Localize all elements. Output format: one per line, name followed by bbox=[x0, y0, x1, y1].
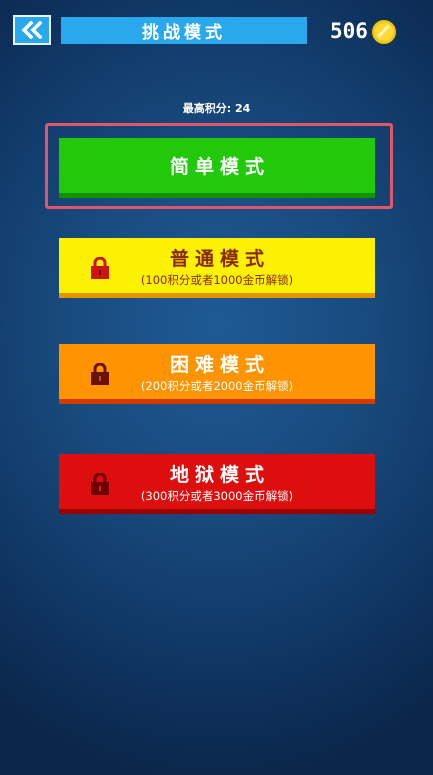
hell-mode-title: 地狱模式 bbox=[169, 464, 270, 486]
coin-count: 506 bbox=[330, 19, 368, 43]
easy-mode-button[interactable]: 简单模式 bbox=[59, 138, 375, 198]
back-button[interactable] bbox=[13, 15, 51, 45]
double-chevron-left-icon bbox=[21, 21, 43, 39]
hard-mode-title: 困难模式 bbox=[169, 354, 270, 376]
easy-mode-title: 简单模式 bbox=[169, 156, 270, 178]
hell-mode-unlock-hint: (300积分或者3000金币解锁) bbox=[140, 489, 294, 503]
high-score-label: 最高积分: 24 bbox=[182, 102, 251, 115]
hard-mode-unlock-hint: (200积分或者2000金币解锁) bbox=[140, 379, 294, 393]
normal-mode-title: 普通模式 bbox=[169, 248, 270, 270]
normal-mode-unlock-hint: (100积分或者1000金币解锁) bbox=[140, 273, 294, 287]
page-title: 挑战模式 bbox=[61, 17, 307, 44]
top-bar: 挑战模式 506 bbox=[0, 0, 433, 60]
hell-mode-button[interactable]: 地狱模式 (300积分或者3000金币解锁) bbox=[59, 454, 375, 514]
hard-mode-button[interactable]: 困难模式 (200积分或者2000金币解锁) bbox=[59, 344, 375, 404]
coin-icon bbox=[372, 20, 396, 44]
normal-mode-button[interactable]: 普通模式 (100积分或者1000金币解锁) bbox=[59, 238, 375, 298]
